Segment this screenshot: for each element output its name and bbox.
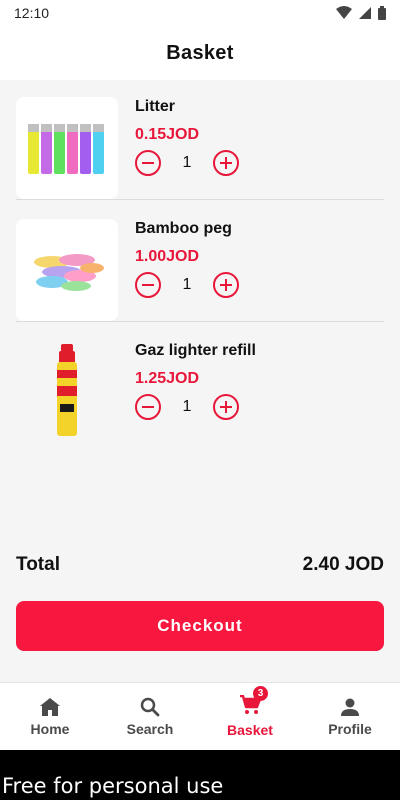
basket-icon-wrap: 3 [239, 686, 268, 722]
item-name: Bamboo peg [135, 220, 232, 237]
nav-home-label: Home [30, 720, 70, 737]
quantity-value: 1 [182, 276, 192, 293]
nav-home[interactable]: Home [0, 683, 100, 750]
increase-quantity-button[interactable] [213, 394, 239, 420]
quantity-stepper: 1 [135, 271, 239, 299]
cart-item: Gaz lighter refill 1.25JOD 1 [16, 324, 384, 444]
signal-icon [359, 7, 371, 19]
decrease-quantity-button[interactable] [135, 394, 161, 420]
cart-item: Litter 0.15JOD 1 [16, 80, 384, 200]
product-image-lighters[interactable] [16, 97, 118, 199]
nav-basket-label: Basket [227, 722, 273, 738]
quantity-stepper: 1 [135, 393, 239, 421]
item-price: 1.25JOD [135, 370, 200, 387]
minus-icon [142, 406, 154, 408]
basket-count-badge: 3 [253, 686, 268, 701]
increase-quantity-button[interactable] [213, 272, 239, 298]
nav-basket[interactable]: 3 Basket [200, 683, 300, 750]
quantity-stepper: 1 [135, 149, 239, 177]
search-icon [140, 697, 160, 716]
page-title: Basket [166, 41, 234, 64]
battery-icon [378, 6, 386, 20]
app-header: Basket [0, 26, 400, 80]
increase-quantity-button[interactable] [213, 150, 239, 176]
item-name: Litter [135, 98, 175, 115]
item-name: Gaz lighter refill [135, 342, 256, 359]
minus-icon [142, 162, 154, 164]
total-value: 2.40 JOD [302, 554, 384, 575]
item-price: 0.15JOD [135, 126, 200, 143]
nav-search[interactable]: Search [100, 683, 200, 750]
plus-icon-vertical [225, 157, 227, 169]
product-image-gas-refill[interactable] [16, 341, 118, 443]
checkout-button[interactable]: Checkout [16, 601, 384, 651]
home-icon [40, 697, 60, 716]
item-price: 1.00JOD [135, 248, 200, 265]
basket-content: Litter 0.15JOD 1 Bamboo peg 1.00JOD 1 Ga… [0, 80, 400, 682]
nav-profile-label: Profile [328, 720, 372, 737]
wifi-icon [336, 6, 352, 19]
total-label: Total [16, 554, 60, 575]
plus-icon-vertical [225, 279, 227, 291]
decrease-quantity-button[interactable] [135, 150, 161, 176]
minus-icon [142, 284, 154, 286]
watermark-text: Free for personal use [2, 774, 224, 798]
bottom-nav: Home Search 3 Basket Profile [0, 682, 400, 750]
decrease-quantity-button[interactable] [135, 272, 161, 298]
status-icons [336, 6, 386, 20]
quantity-value: 1 [182, 398, 192, 415]
profile-icon [341, 698, 359, 716]
status-time: 12:10 [14, 5, 50, 21]
cart-item: Bamboo peg 1.00JOD 1 [16, 202, 384, 322]
nav-search-label: Search [126, 720, 174, 737]
watermark-bar: Free for personal use [0, 750, 400, 800]
plus-icon-vertical [225, 401, 227, 413]
product-image-pegs[interactable] [16, 219, 118, 321]
status-bar: 12:10 [0, 0, 400, 26]
nav-profile[interactable]: Profile [300, 683, 400, 750]
quantity-value: 1 [182, 154, 192, 171]
total-row: Total 2.40 JOD [16, 554, 384, 576]
